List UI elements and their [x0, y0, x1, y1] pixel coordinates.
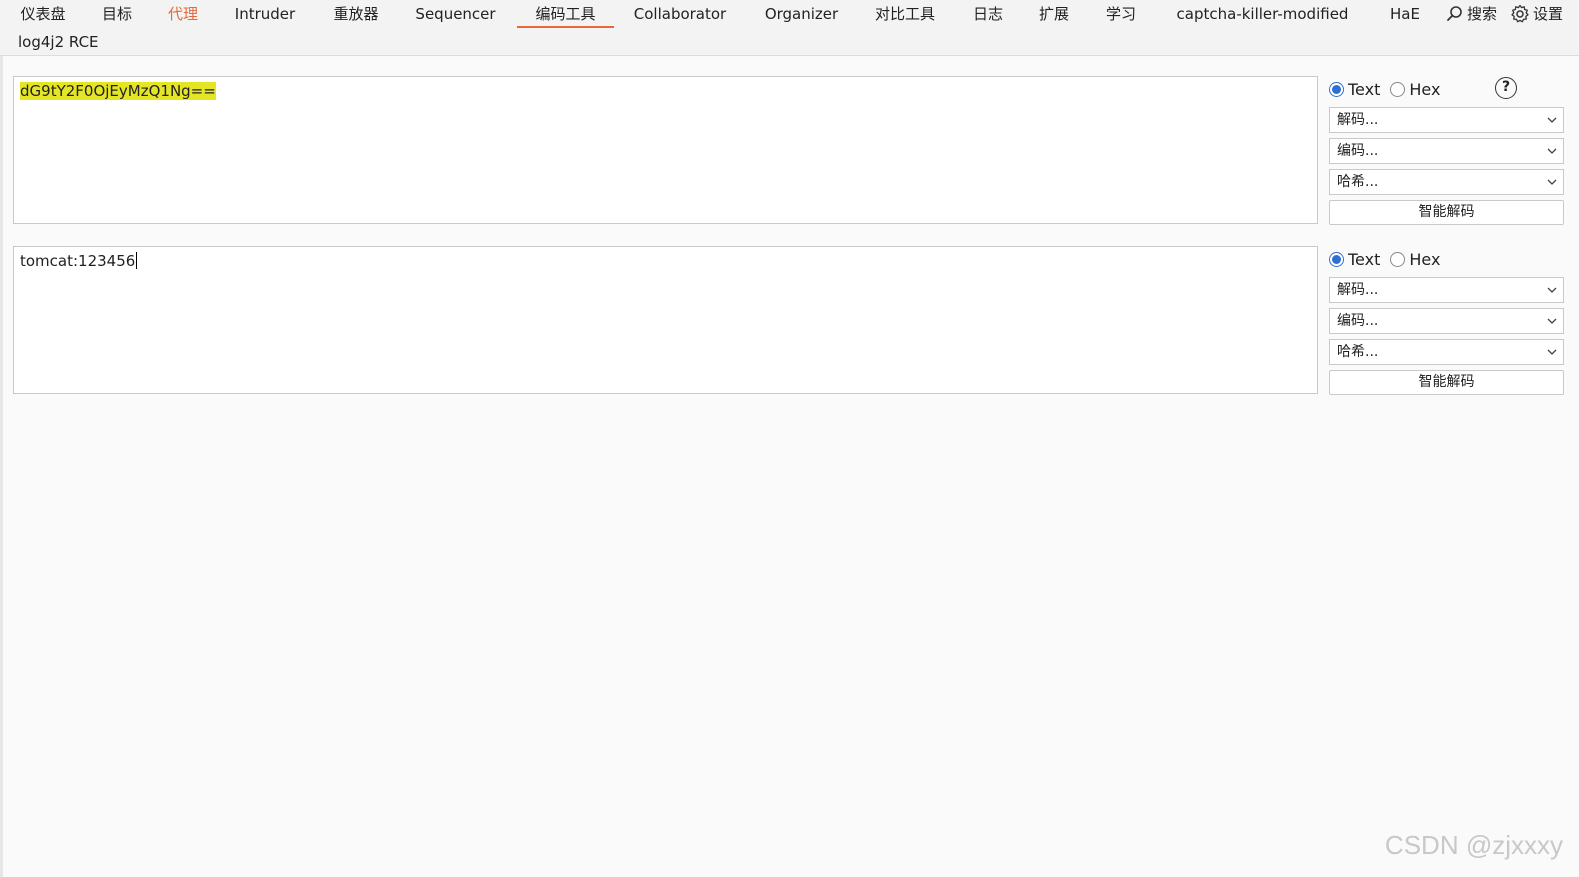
- radio-text-2[interactable]: [1329, 251, 1344, 267]
- tab-bar: 仪表盘 目标 代理 Intruder 重放器 Sequencer 编码工具 Co…: [0, 0, 1579, 56]
- tab-hae[interactable]: HaE: [1380, 0, 1430, 28]
- radio-text-label: Text: [1348, 79, 1381, 99]
- tab-learn[interactable]: 学习: [1097, 0, 1145, 28]
- decode-label: 解码...: [1337, 112, 1379, 128]
- tab-captcha-killer[interactable]: captcha-killer-modified: [1165, 0, 1360, 28]
- settings-label: 设置: [1533, 5, 1564, 23]
- mode-selector: Text Hex ?: [1329, 76, 1564, 102]
- hash-select-2[interactable]: 哈希...: [1329, 339, 1564, 365]
- decoded-text: tomcat:123456: [20, 252, 136, 270]
- decode-as-select-1[interactable]: 解码...: [1329, 107, 1564, 133]
- help-icon[interactable]: ?: [1495, 77, 1517, 99]
- radio-hex-1[interactable]: [1390, 81, 1406, 97]
- chevron-down-icon: [1547, 318, 1557, 324]
- mode-selector: Text Hex: [1329, 246, 1564, 272]
- chevron-down-icon: [1547, 179, 1557, 185]
- hash-label: 哈希...: [1337, 174, 1379, 190]
- decoder-controls-1: Text Hex ? 解码... 编码... 哈希... 智能解码: [1329, 76, 1564, 225]
- tab-collaborator[interactable]: Collaborator: [624, 0, 736, 28]
- tab-logger[interactable]: 日志: [964, 0, 1012, 28]
- tab-repeater[interactable]: 重放器: [322, 0, 390, 28]
- radio-hex-2[interactable]: [1390, 251, 1406, 267]
- tab-decoder[interactable]: 编码工具: [517, 0, 614, 28]
- smart-decode-button-1[interactable]: 智能解码: [1329, 200, 1564, 225]
- tab-comparer[interactable]: 对比工具: [864, 0, 946, 28]
- radio-text-label: Text: [1348, 249, 1381, 269]
- radio-hex-label: Hex: [1409, 79, 1441, 99]
- decoder-input-1[interactable]: dG9tY2F0OjEyMzQ1Ng==: [13, 76, 1318, 224]
- encode-label: 编码...: [1337, 313, 1379, 329]
- gear-icon: [1511, 4, 1529, 23]
- tab-intruder[interactable]: Intruder: [224, 0, 306, 28]
- chevron-down-icon: [1547, 148, 1557, 154]
- decode-label: 解码...: [1337, 282, 1379, 298]
- encode-as-select-1[interactable]: 编码...: [1329, 138, 1564, 164]
- tab-organizer[interactable]: Organizer: [756, 0, 847, 28]
- text-caret: [136, 252, 138, 269]
- selected-text: dG9tY2F0OjEyMzQ1Ng==: [20, 82, 216, 100]
- decoder-controls-2: Text Hex 解码... 编码... 哈希... 智能解码: [1329, 246, 1564, 395]
- tab-proxy[interactable]: 代理: [160, 0, 206, 28]
- hash-label: 哈希...: [1337, 344, 1379, 360]
- search-icon: [1447, 6, 1462, 21]
- tab-row: 仪表盘 目标 代理 Intruder 重放器 Sequencer 编码工具 Co…: [0, 0, 1579, 28]
- watermark: CSDN @zjxxxy: [1384, 830, 1563, 860]
- radio-hex-label: Hex: [1409, 249, 1441, 269]
- radio-text-1[interactable]: [1329, 81, 1344, 97]
- tab-log4j2-rce[interactable]: log4j2 RCE: [18, 30, 99, 54]
- settings-button[interactable]: 设置: [1510, 0, 1563, 28]
- search-button[interactable]: 搜索: [1446, 0, 1497, 28]
- tab-extensions[interactable]: 扩展: [1030, 0, 1078, 28]
- chevron-down-icon: [1547, 287, 1557, 293]
- tab-target[interactable]: 目标: [94, 0, 140, 28]
- chevron-down-icon: [1547, 349, 1557, 355]
- chevron-down-icon: [1547, 117, 1557, 123]
- decoder-output-2[interactable]: tomcat:123456: [13, 246, 1318, 394]
- tab-sequencer[interactable]: Sequencer: [405, 0, 506, 28]
- encode-as-select-2[interactable]: 编码...: [1329, 308, 1564, 334]
- app-window: 仪表盘 目标 代理 Intruder 重放器 Sequencer 编码工具 Co…: [0, 0, 1579, 877]
- decode-as-select-2[interactable]: 解码...: [1329, 277, 1564, 303]
- smart-decode-button-2[interactable]: 智能解码: [1329, 370, 1564, 395]
- search-label: 搜索: [1467, 5, 1498, 23]
- tab-dashboard[interactable]: 仪表盘: [10, 0, 76, 28]
- left-border: [0, 56, 3, 877]
- hash-select-1[interactable]: 哈希...: [1329, 169, 1564, 195]
- encode-label: 编码...: [1337, 143, 1379, 159]
